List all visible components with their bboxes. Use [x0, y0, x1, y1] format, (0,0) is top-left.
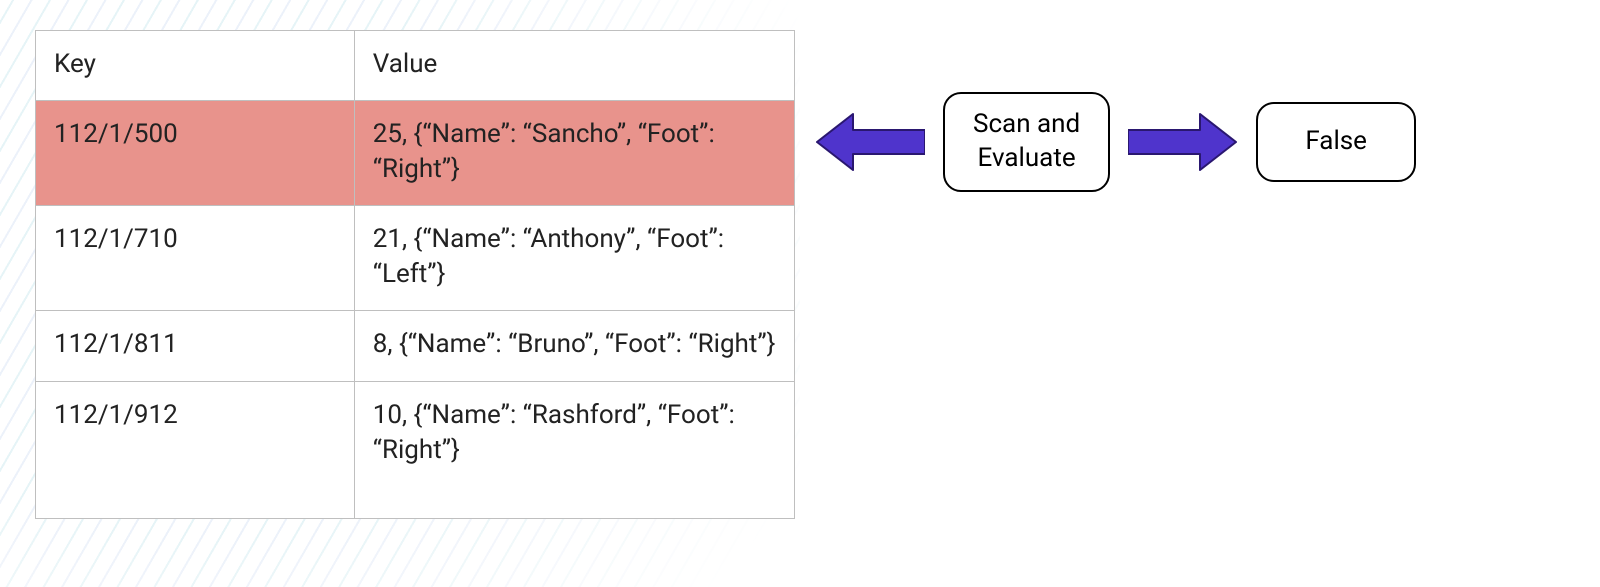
- cell-value: 21, {“Name”: “Anthony”, “Foot”: “Left”}: [354, 206, 794, 311]
- header-value: Value: [354, 31, 794, 101]
- header-key: Key: [36, 31, 355, 101]
- table-row: 112/1/71021, {“Name”: “Anthony”, “Foot”:…: [36, 206, 795, 311]
- scan-evaluate-label: Scan andEvaluate: [973, 108, 1080, 176]
- arrow-right-icon: [1128, 110, 1238, 174]
- result-label: False: [1305, 125, 1367, 159]
- scan-evaluate-box: Scan andEvaluate: [943, 92, 1110, 192]
- diagram-container: Key Value 112/1/50025, {“Name”: “Sancho”…: [0, 0, 1600, 549]
- key-value-table: Key Value 112/1/50025, {“Name”: “Sancho”…: [35, 30, 795, 519]
- table-body: 112/1/50025, {“Name”: “Sancho”, “Foot”: …: [36, 101, 795, 519]
- result-box: False: [1256, 102, 1416, 182]
- cell-value: 25, {“Name”: “Sancho”, “Foot”: “Right”}: [354, 101, 794, 206]
- arrow-left-icon: [815, 110, 925, 174]
- cell-key: 112/1/912: [36, 381, 355, 518]
- table-row: 112/1/91210, {“Name”: “Rashford”, “Foot”…: [36, 381, 795, 518]
- cell-key: 112/1/710: [36, 206, 355, 311]
- flow-right: Scan andEvaluate False: [815, 92, 1416, 192]
- table-header-row: Key Value: [36, 31, 795, 101]
- cell-key: 112/1/500: [36, 101, 355, 206]
- cell-key: 112/1/811: [36, 311, 355, 381]
- cell-value: 8, {“Name”: “Bruno”, “Foot”: “Right”}: [354, 311, 794, 381]
- cell-value: 10, {“Name”: “Rashford”, “Foot”: “Right”…: [354, 381, 794, 518]
- table-row: 112/1/8118, {“Name”: “Bruno”, “Foot”: “R…: [36, 311, 795, 381]
- table-row: 112/1/50025, {“Name”: “Sancho”, “Foot”: …: [36, 101, 795, 206]
